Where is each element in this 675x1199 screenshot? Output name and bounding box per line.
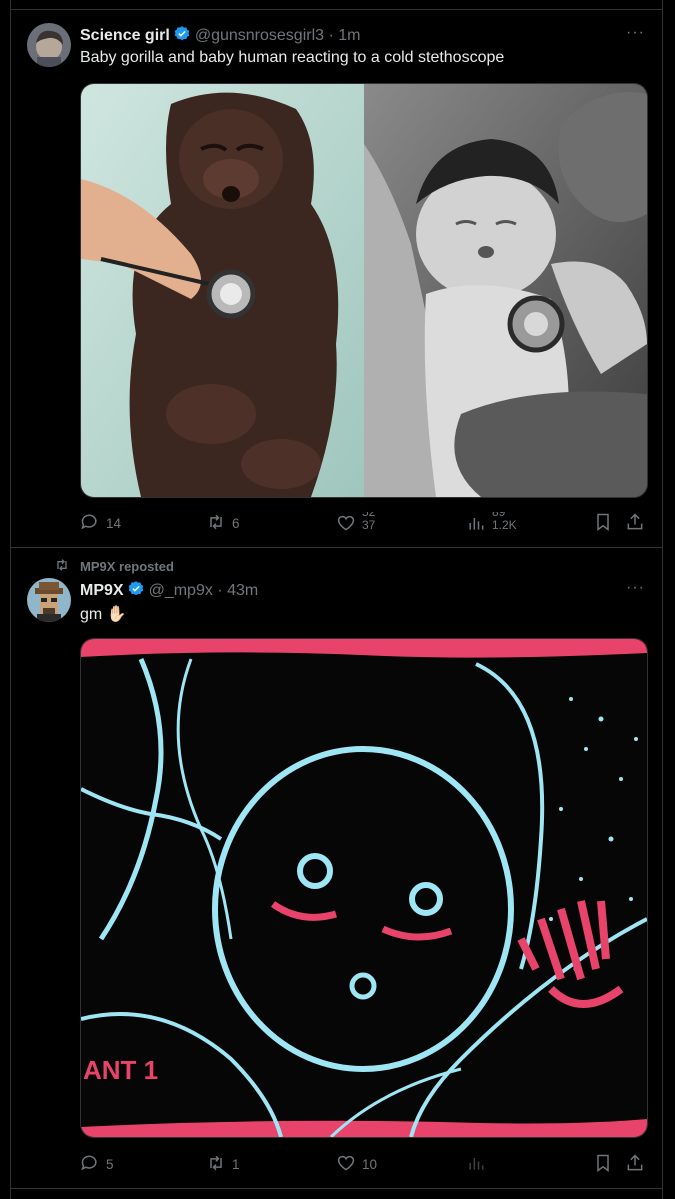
views-count-animating: 89 1.2K — [492, 512, 517, 536]
tweet-text: Baby gorilla and baby human reacting to … — [80, 49, 505, 66]
like-button[interactable]: 10 — [336, 1153, 377, 1176]
reply-button[interactable]: 5 — [80, 1153, 114, 1176]
avatar[interactable] — [27, 578, 71, 622]
art-caption: ANT 1 — [83, 1055, 158, 1085]
tweet-actions: 14 6 52 37 89 1.2K — [80, 512, 646, 536]
views-button[interactable]: 89 1.2K — [466, 512, 517, 536]
top-divider — [10, 9, 663, 10]
repost-icon — [206, 512, 226, 535]
author-name[interactable]: Science girl — [80, 27, 170, 44]
reply-icon — [80, 1153, 100, 1176]
views-icon — [466, 1153, 486, 1176]
share-icon — [625, 1153, 645, 1176]
bookmark-button[interactable] — [593, 512, 613, 535]
timestamp[interactable]: · 43m — [217, 582, 258, 599]
repost-context: MP9X reposted — [54, 557, 174, 576]
verified-badge-icon — [127, 580, 145, 603]
avatar[interactable] — [27, 23, 71, 67]
tweet-image[interactable]: ANT 1 — [80, 638, 648, 1138]
author-name[interactable]: MP9X — [80, 582, 124, 599]
tweet-header: Science girl @gunsnrosesgirl3 · 1m — [80, 25, 360, 48]
more-icon[interactable]: ··· — [626, 24, 645, 42]
author-handle[interactable]: @gunsnrosesgirl3 — [195, 27, 324, 44]
author-handle[interactable]: @_mp9x — [149, 582, 213, 599]
tweet-text: gm ✋🏻 — [80, 606, 127, 623]
tweet-actions: 5 1 10 — [80, 1153, 646, 1177]
bottom-divider — [10, 1188, 663, 1189]
more-icon[interactable]: ··· — [626, 579, 645, 597]
reply-count: 14 — [106, 516, 122, 531]
views-count-new: 1.2K — [492, 518, 517, 532]
reply-count: 5 — [106, 1157, 114, 1172]
timestamp[interactable]: · 1m — [328, 27, 360, 44]
share-icon — [625, 512, 645, 535]
repost-context-label[interactable]: MP9X reposted — [80, 559, 174, 574]
share-button[interactable] — [625, 512, 645, 535]
left-border — [10, 0, 11, 1199]
repost-context-icon — [54, 557, 70, 576]
gorilla-and-baby-photo — [81, 84, 647, 497]
bookmark-icon — [593, 512, 613, 535]
repost-icon — [206, 1153, 226, 1176]
like-count-animating: 52 37 — [362, 512, 375, 536]
tweet-divider — [10, 547, 663, 548]
share-button[interactable] — [625, 1153, 645, 1176]
like-count-new: 37 — [362, 518, 376, 532]
verified-badge-icon — [173, 25, 191, 48]
right-border — [662, 0, 663, 1199]
line-art-face-image: ANT 1 — [81, 639, 647, 1137]
like-button[interactable]: 52 37 — [336, 512, 375, 536]
bookmark-icon — [593, 1153, 613, 1176]
bookmark-button[interactable] — [593, 1153, 613, 1176]
tweet-header: MP9X @_mp9x · 43m — [80, 580, 258, 603]
tweet-image[interactable] — [80, 83, 648, 498]
like-icon — [336, 513, 356, 536]
repost-count: 1 — [232, 1157, 240, 1172]
like-icon — [336, 1153, 356, 1176]
repost-count: 6 — [232, 516, 240, 531]
reply-icon — [80, 512, 100, 535]
repost-button[interactable]: 6 — [206, 512, 240, 535]
views-icon — [466, 513, 486, 536]
repost-button[interactable]: 1 — [206, 1153, 240, 1176]
reply-button[interactable]: 14 — [80, 512, 121, 535]
like-count: 10 — [362, 1157, 378, 1172]
views-button[interactable] — [466, 1153, 486, 1176]
